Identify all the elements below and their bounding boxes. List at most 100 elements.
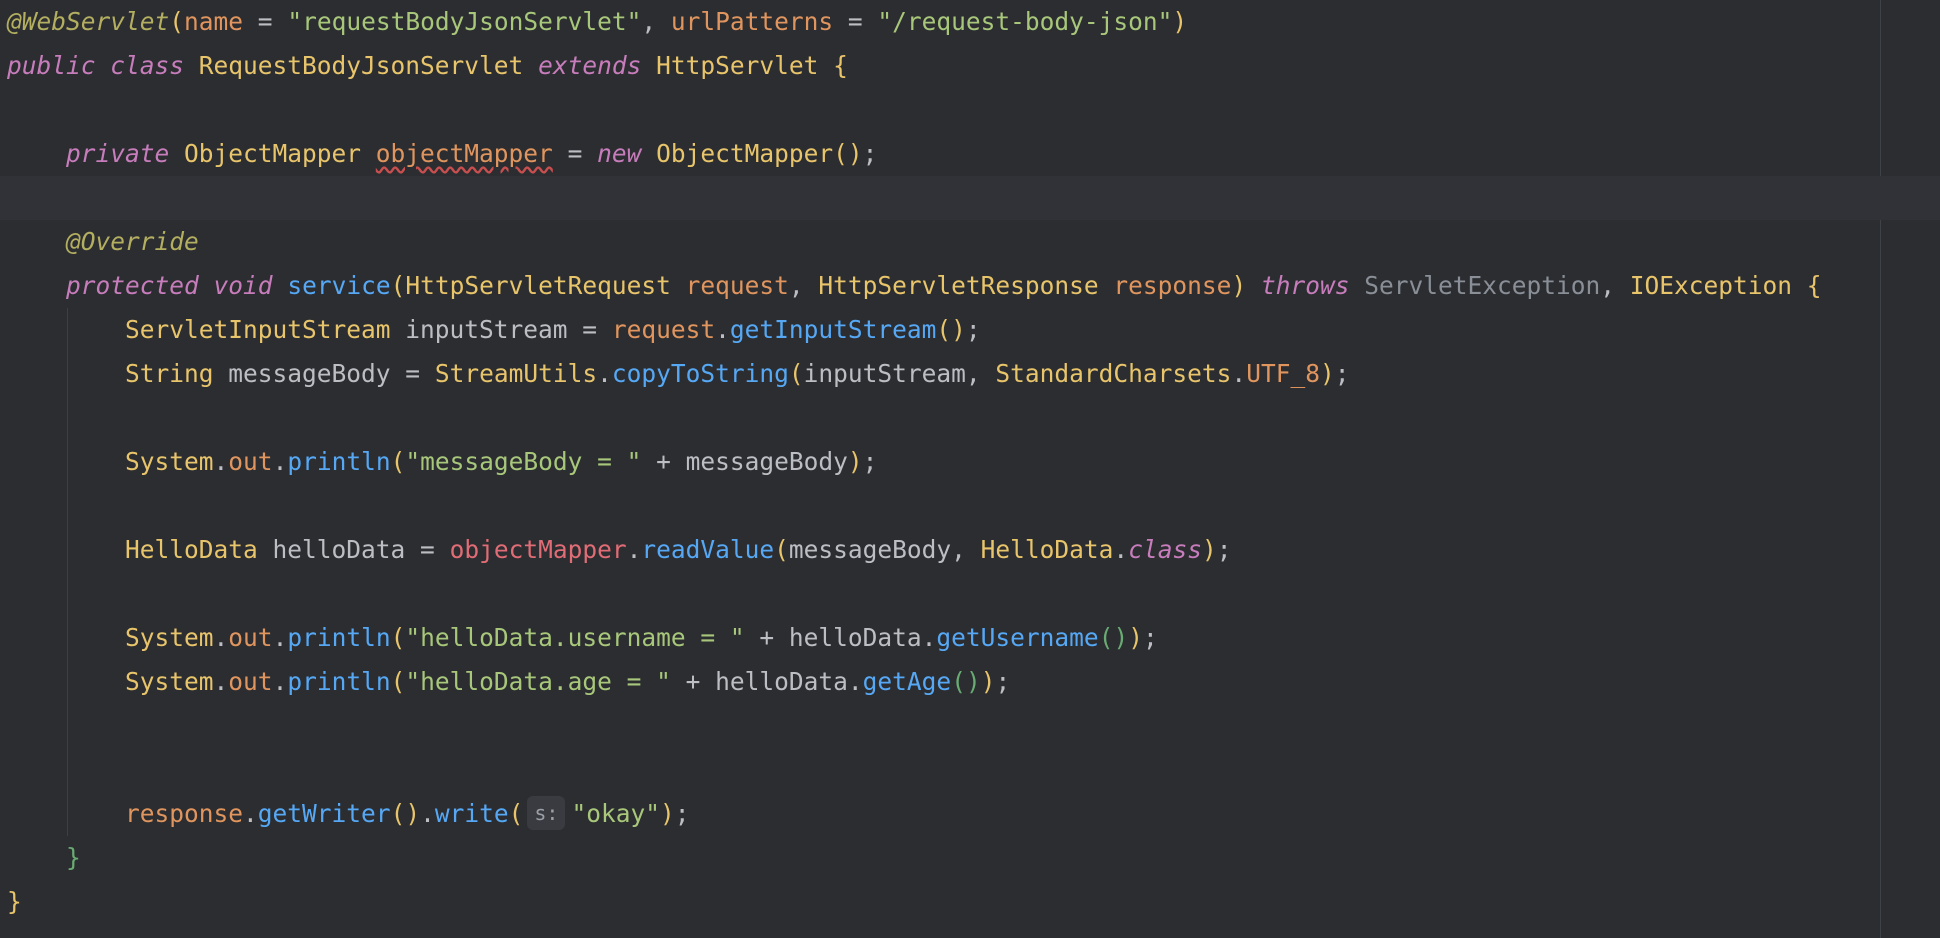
code-token: ( <box>774 535 789 564</box>
code-token: . <box>1113 535 1129 564</box>
code-token: ( <box>788 359 804 388</box>
code-token: ( <box>390 623 406 652</box>
code-token: ( <box>390 667 406 696</box>
code-token: private <box>66 139 170 168</box>
code-token: ) <box>1128 623 1143 652</box>
code-token: . <box>272 667 288 696</box>
code-line-6[interactable]: @Override <box>0 220 1940 264</box>
code-token: out <box>228 667 273 696</box>
code-token: void <box>213 271 273 300</box>
code-token: + <box>744 623 789 652</box>
code-token: () <box>936 315 966 344</box>
code-token: . <box>213 447 229 476</box>
code-line-2[interactable]: public class RequestBodyJsonServlet exte… <box>0 44 1940 88</box>
code-line-13[interactable]: HelloData helloData = objectMapper.readV… <box>0 528 1940 572</box>
code-token: IOException <box>1629 271 1807 300</box>
code-token: inputStream <box>405 315 568 344</box>
code-line-8[interactable]: ServletInputStream inputStream = request… <box>0 308 1940 352</box>
code-token: "/request-body-json" <box>877 7 1173 36</box>
code-token: request <box>685 271 789 300</box>
code-token: ; <box>862 139 878 168</box>
code-line-20[interactable]: } <box>0 836 1940 880</box>
code-line-1[interactable]: @WebServlet(name = "requestBodyJsonServl… <box>0 0 1940 44</box>
code-token: class <box>1128 535 1202 564</box>
code-line-17[interactable] <box>0 704 1940 748</box>
code-token: ; <box>1142 623 1158 652</box>
code-token: ) <box>1201 535 1217 564</box>
code-token: readValue <box>641 535 775 564</box>
code-token: out <box>228 623 273 652</box>
code-token: getUsername <box>936 623 1099 652</box>
code-token: messageBody <box>228 359 391 388</box>
code-token: helloData <box>272 535 406 564</box>
code-editor[interactable]: @WebServlet(name = "requestBodyJsonServl… <box>0 0 1940 938</box>
code-line-16[interactable]: System.out.println("helloData.age = " + … <box>0 660 1940 704</box>
code-token: System <box>125 667 214 696</box>
code-token: "okay" <box>571 799 660 828</box>
code-token: ObjectMapper <box>169 139 376 168</box>
code-token: . <box>243 799 258 828</box>
code-token: , <box>641 7 671 36</box>
code-line-4[interactable]: private ObjectMapper objectMapper = new … <box>0 132 1940 176</box>
code-token: println <box>287 447 391 476</box>
code-token: throws <box>1260 271 1350 300</box>
code-token: ; <box>674 799 690 828</box>
code-token: out <box>228 447 273 476</box>
code-token: extends <box>538 51 642 80</box>
code-token: = <box>833 7 878 36</box>
code-line-14[interactable] <box>0 572 1940 616</box>
code-line-10[interactable] <box>0 396 1940 440</box>
code-token: getAge <box>862 667 952 696</box>
code-token: . <box>847 667 863 696</box>
code-line-12[interactable] <box>0 484 1940 528</box>
code-line-9[interactable]: String messageBody = StreamUtils.copyToS… <box>0 352 1940 396</box>
code-line-7[interactable]: protected void service(HttpServletReques… <box>0 264 1940 308</box>
code-token: service <box>287 271 391 300</box>
code-token: request <box>611 315 716 344</box>
code-token: objectMapper <box>375 139 553 168</box>
code-token: println <box>287 623 391 652</box>
code-token: ObjectMapper <box>641 139 834 168</box>
code-token: , <box>1600 271 1630 300</box>
code-line-15[interactable]: System.out.println("helloData.username =… <box>0 616 1940 660</box>
code-token: ; <box>862 447 878 476</box>
code-token: () <box>1098 623 1129 652</box>
code-token: response <box>125 799 244 828</box>
code-token: ( <box>508 799 524 828</box>
code-token: ) <box>1231 271 1261 300</box>
code-token: HelloData <box>125 535 273 564</box>
code-line-3[interactable] <box>0 88 1940 132</box>
code-token: = <box>390 359 435 388</box>
code-token: + <box>670 667 716 696</box>
code-token: , <box>788 271 819 300</box>
code-token: + <box>641 447 686 476</box>
code-line-18[interactable] <box>0 748 1940 792</box>
code-token: () <box>951 667 981 696</box>
code-token: objectMapper <box>449 535 627 564</box>
code-token: HttpServletResponse <box>818 271 1114 300</box>
code-line-11[interactable]: System.out.println("messageBody = " + me… <box>0 440 1940 484</box>
code-token: messageBody <box>788 535 952 564</box>
code-token: . <box>626 535 642 564</box>
code-token: RequestBodyJsonServlet <box>184 51 539 80</box>
code-line-19[interactable]: response.getWriter().write(s: "okay"); <box>0 792 1940 836</box>
code-token: . <box>420 799 435 828</box>
code-token: , <box>951 535 981 564</box>
code-token: { <box>833 51 848 80</box>
code-token: ; <box>1216 535 1232 564</box>
code-token: } <box>7 887 22 916</box>
code-token: { <box>1806 271 1822 300</box>
code-line-21[interactable]: } <box>0 880 1940 924</box>
code-token: new <box>597 139 642 168</box>
code-token: () <box>833 139 863 168</box>
code-token: UTF_8 <box>1246 359 1320 388</box>
code-line-5[interactable] <box>0 176 1940 220</box>
code-token: getWriter <box>257 799 391 828</box>
code-token: , <box>965 359 996 388</box>
